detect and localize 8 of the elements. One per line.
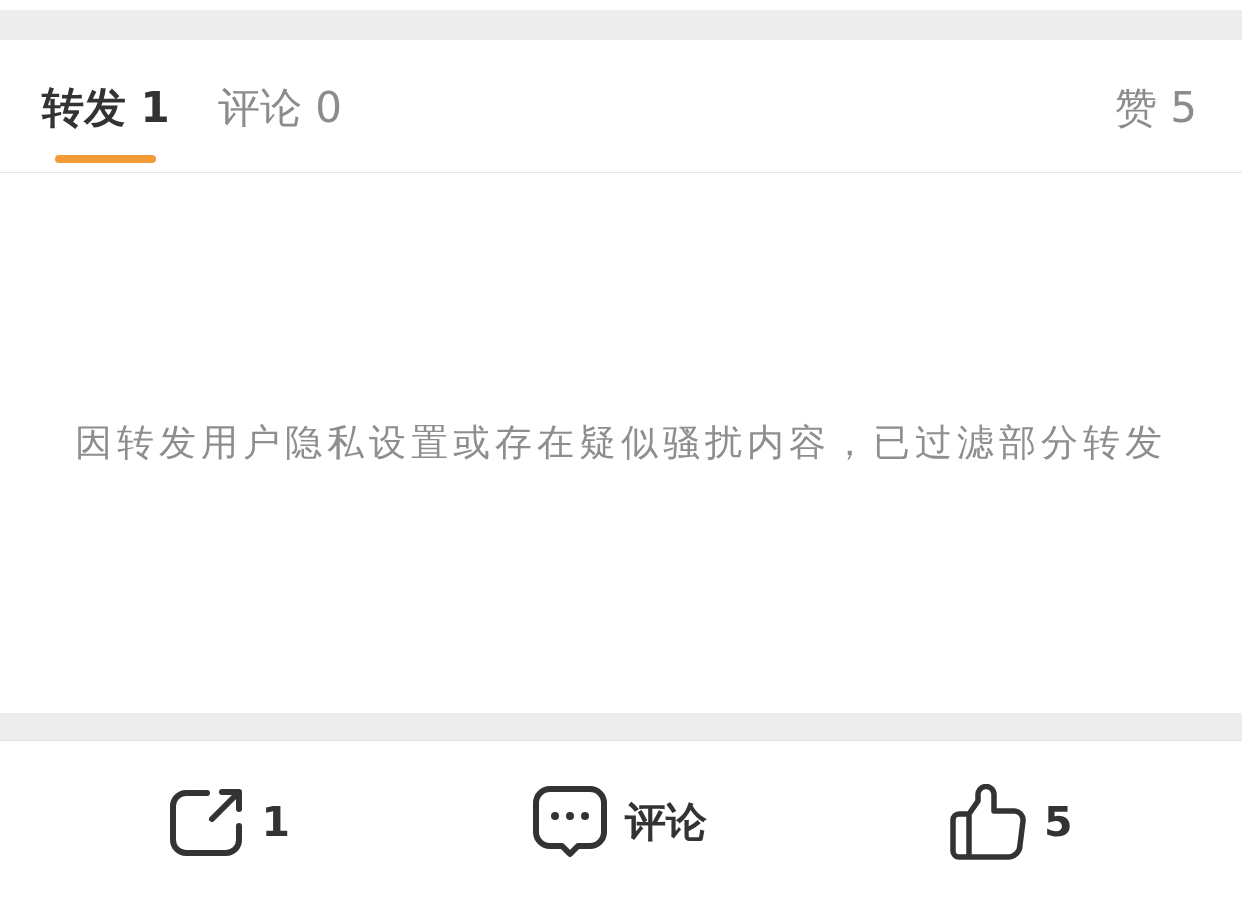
thumbs-up-icon: [950, 783, 1026, 860]
repost-button[interactable]: 1: [169, 787, 290, 856]
tab[interactable]: 转发 1: [42, 84, 170, 163]
comment-icon: [533, 785, 607, 858]
share-icon: [169, 787, 244, 856]
like-button[interactable]: 5: [950, 783, 1073, 860]
comment-button[interactable]: 评论: [533, 785, 707, 858]
filter-notice: 因转发用户隐私设置或存在疑似骚扰内容，已过滤部分转发: [75, 421, 1167, 465]
